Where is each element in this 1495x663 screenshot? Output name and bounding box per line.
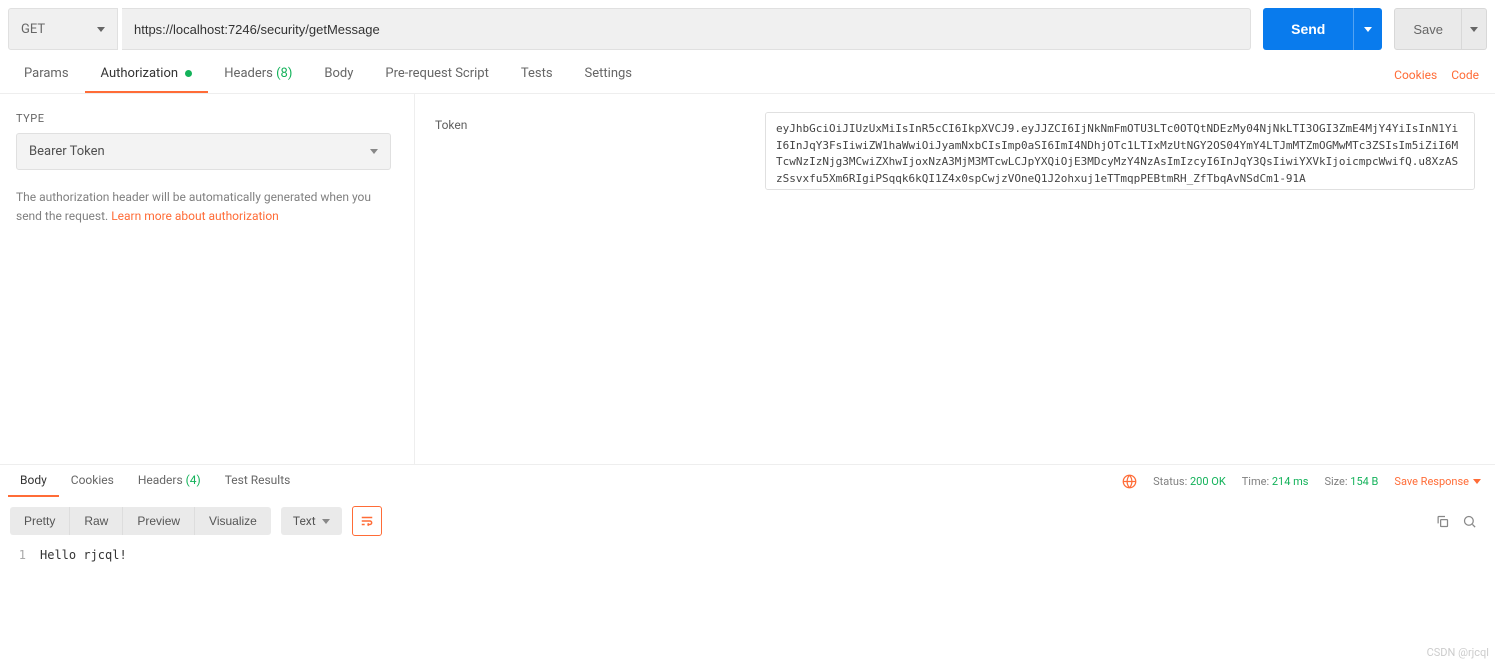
size-value: 154 B <box>1350 475 1378 488</box>
tab-body[interactable]: Body <box>308 56 369 93</box>
send-button-group: Send <box>1263 8 1382 50</box>
auth-left-panel: TYPE Bearer Token The authorization head… <box>0 94 415 464</box>
save-button-group: Save <box>1394 8 1487 50</box>
chevron-down-icon <box>1473 479 1481 484</box>
resp-tab-cookies[interactable]: Cookies <box>59 465 126 497</box>
auth-type-select[interactable]: Bearer Token <box>16 133 391 170</box>
auth-help-text: The authorization header will be automat… <box>16 188 391 226</box>
watermark: CSDN @rjcql <box>1427 646 1489 659</box>
send-dropdown[interactable] <box>1353 8 1382 50</box>
http-method-value: GET <box>21 22 45 37</box>
type-label: TYPE <box>16 112 398 125</box>
token-input[interactable]: eyJhbGciOiJIUzUxMiIsInR5cCI6IkpXVCJ9.eyJ… <box>765 112 1475 190</box>
auth-type-value: Bearer Token <box>29 144 105 159</box>
copy-icon[interactable] <box>1435 514 1450 529</box>
request-tabs: Params Authorization Headers (8) Body Pr… <box>8 56 648 93</box>
format-select[interactable]: Text <box>281 507 342 535</box>
tab-settings[interactable]: Settings <box>569 56 648 93</box>
auth-right-panel: Token eyJhbGciOiJIUzUxMiIsInR5cCI6IkpXVC… <box>415 94 1495 464</box>
resp-tab-tests[interactable]: Test Results <box>213 465 303 497</box>
tab-tests[interactable]: Tests <box>505 56 569 93</box>
size-block: Size: 154 B <box>1324 475 1378 488</box>
view-preview[interactable]: Preview <box>122 507 194 535</box>
view-raw[interactable]: Raw <box>69 507 122 535</box>
view-pretty[interactable]: Pretty <box>10 507 69 535</box>
response-text: Hello rjcql! <box>40 548 127 562</box>
time-value: 214 ms <box>1272 475 1309 488</box>
resp-tab-body[interactable]: Body <box>8 465 59 497</box>
request-tabs-row: Params Authorization Headers (8) Body Pr… <box>0 56 1495 94</box>
chevron-down-icon <box>370 149 378 154</box>
response-body: 1 Hello rjcql! <box>0 544 1495 582</box>
save-response-label: Save Response <box>1394 475 1469 488</box>
active-dot-icon <box>185 70 192 77</box>
save-dropdown[interactable] <box>1462 8 1487 50</box>
tab-prerequest[interactable]: Pre-request Script <box>369 56 504 93</box>
status-label: Status: <box>1153 475 1187 488</box>
resp-headers-count: (4) <box>186 473 201 487</box>
view-mode-group: Pretty Raw Preview Visualize <box>10 507 271 535</box>
learn-more-link[interactable]: Learn more about authorization <box>111 209 279 223</box>
cookies-link[interactable]: Cookies <box>1394 68 1437 82</box>
status-row: Status: 200 OK Time: 214 ms Size: 154 B … <box>1122 474 1487 489</box>
size-label: Size: <box>1324 475 1347 488</box>
resp-headers-label: Headers <box>138 473 183 487</box>
view-visualize[interactable]: Visualize <box>194 507 271 535</box>
request-bar: GET Send Save <box>0 0 1495 50</box>
time-block: Time: 214 ms <box>1242 475 1309 488</box>
auth-content: TYPE Bearer Token The authorization head… <box>0 94 1495 464</box>
token-label: Token <box>435 112 765 132</box>
tab-params[interactable]: Params <box>8 56 85 93</box>
time-label: Time: <box>1242 475 1269 488</box>
right-links: Cookies Code <box>1394 68 1487 82</box>
status-value: 200 OK <box>1190 475 1226 488</box>
format-value: Text <box>293 514 316 528</box>
tab-headers[interactable]: Headers (8) <box>208 56 308 93</box>
search-icon[interactable] <box>1462 514 1477 529</box>
response-tabs-row: Body Cookies Headers (4) Test Results St… <box>0 464 1495 498</box>
globe-icon <box>1122 474 1137 489</box>
save-button[interactable]: Save <box>1394 8 1462 50</box>
viewer-controls: Pretty Raw Preview Visualize Text <box>0 498 1495 544</box>
chevron-down-icon <box>97 27 105 32</box>
line-number: 1 <box>10 548 40 562</box>
tab-headers-label: Headers <box>224 66 273 81</box>
token-row: Token eyJhbGciOiJIUzUxMiIsInR5cCI6IkpXVC… <box>435 112 1475 190</box>
tab-headers-count: (8) <box>276 66 292 81</box>
status-block: Status: 200 OK <box>1153 475 1226 488</box>
chevron-down-icon <box>322 519 330 524</box>
wrap-lines-button[interactable] <box>352 506 382 536</box>
chevron-down-icon <box>1364 27 1372 32</box>
code-link[interactable]: Code <box>1451 68 1479 82</box>
tab-auth-label: Authorization <box>101 66 179 81</box>
response-tabs: Body Cookies Headers (4) Test Results <box>8 465 302 497</box>
http-method-select[interactable]: GET <box>8 8 118 50</box>
resp-tab-headers[interactable]: Headers (4) <box>126 465 213 497</box>
url-input[interactable] <box>122 8 1251 50</box>
viewer-right-icons <box>1435 514 1485 529</box>
chevron-down-icon <box>1470 27 1478 32</box>
tab-authorization[interactable]: Authorization <box>85 56 209 93</box>
send-button[interactable]: Send <box>1263 8 1353 50</box>
save-response-button[interactable]: Save Response <box>1394 475 1481 488</box>
